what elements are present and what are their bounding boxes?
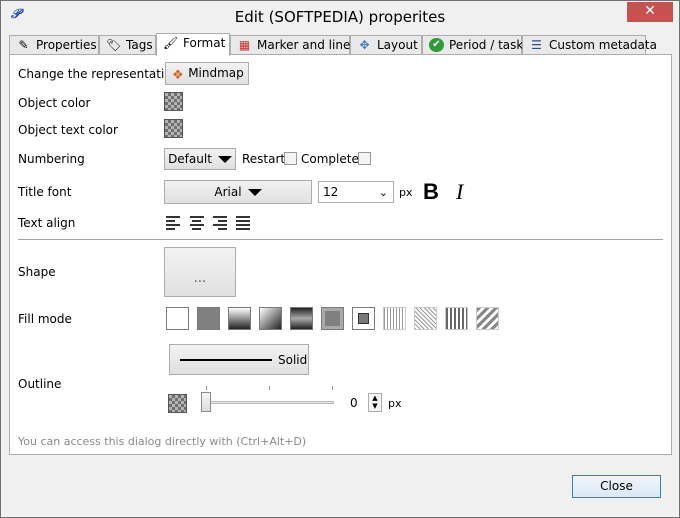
font-size-value: 12	[323, 185, 339, 199]
format-panel	[9, 54, 672, 455]
fill-none-option[interactable]	[166, 307, 189, 330]
complete-label: Complete	[301, 152, 359, 166]
title-bar: 𝒫 Edit (SOFTPEDIA) properites ✕	[1, 1, 679, 31]
mindmap-button-label: Mindmap	[188, 66, 244, 80]
check-circle-icon: ✔	[429, 38, 444, 52]
fill-bevel-option[interactable]	[321, 307, 344, 330]
tab-format[interactable]: 🖌 Format	[156, 33, 230, 56]
calendar-icon: ▦	[238, 38, 251, 52]
chevron-down-icon	[247, 189, 262, 196]
window-title: Edit (SOFTPEDIA) properites	[234, 8, 446, 26]
tab-label: Format	[183, 36, 226, 50]
fill-inset-option[interactable]	[352, 307, 375, 330]
tab-properties[interactable]: ✎ Properties	[9, 35, 99, 55]
tab-label: Tags	[126, 38, 153, 52]
object-text-color-swatch[interactable]	[164, 119, 183, 138]
outline-width-slider-handle[interactable]	[201, 392, 211, 412]
tab-layout[interactable]: ✥ Layout	[350, 35, 422, 55]
fill-solid-option[interactable]	[197, 307, 220, 330]
font-dropdown[interactable]: Arial	[164, 180, 312, 204]
fill-gradient-center-option[interactable]	[290, 307, 313, 330]
section-divider	[18, 239, 663, 240]
restart-label: Restart	[242, 152, 286, 166]
tab-label: Marker and lines	[257, 38, 357, 52]
align-left-icon[interactable]	[166, 216, 180, 230]
align-center-icon[interactable]	[190, 216, 204, 230]
fill-stripes-diagonal-option[interactable]	[476, 307, 499, 330]
outline-color-swatch[interactable]	[168, 394, 187, 413]
outline-width-value: 0	[350, 396, 358, 410]
shape-label: Shape	[18, 265, 56, 279]
close-button[interactable]: Close	[572, 475, 661, 498]
slider-tick	[269, 386, 270, 390]
fill-hatch-vertical-option[interactable]	[383, 307, 406, 330]
mindmap-button[interactable]: ❖ Mindmap	[165, 62, 249, 85]
tab-marker-and-lines[interactable]: ▦ Marker and lines	[230, 35, 357, 55]
fill-mode-label: Fill mode	[18, 312, 72, 326]
fill-stripes-vertical-option[interactable]	[445, 307, 468, 330]
slider-tick	[206, 386, 207, 390]
align-right-icon[interactable]	[213, 216, 227, 230]
fill-gradient-vertical-option[interactable]	[228, 307, 251, 330]
shape-button[interactable]: ...	[164, 247, 236, 297]
complete-checkbox[interactable]	[358, 152, 371, 165]
dialog-window: 𝒫 Edit (SOFTPEDIA) properites ✕ ✎ Proper…	[0, 0, 680, 518]
restart-checkbox[interactable]	[284, 152, 297, 165]
outline-style-label: Solid	[278, 353, 308, 367]
pencil-icon: ✎	[18, 38, 29, 52]
slider-tick	[332, 386, 333, 390]
tab-custom-metadata[interactable]: ☰ Custom metadata	[522, 35, 657, 55]
fill-gradient-diagonal-option[interactable]	[259, 307, 282, 330]
tab-label: Layout	[377, 38, 418, 52]
object-color-label: Object color	[18, 96, 91, 110]
tab-tags[interactable]: 🏷 Tags	[99, 35, 156, 55]
object-color-swatch[interactable]	[164, 92, 183, 111]
align-justify-icon[interactable]	[236, 216, 250, 230]
brush-icon: 🖌	[163, 36, 179, 50]
bold-button[interactable]: B	[423, 179, 439, 205]
title-font-label: Title font	[18, 185, 72, 199]
fill-hatch-diagonal-option[interactable]	[414, 307, 437, 330]
representation-label: Change the representation	[18, 67, 180, 81]
outline-label: Outline	[18, 377, 62, 391]
outline-width-unit: px	[388, 397, 402, 410]
mindmap-icon: ❖	[172, 68, 184, 83]
chevron-down-icon	[217, 156, 232, 163]
text-align-label: Text align	[18, 216, 76, 230]
object-text-color-label: Object text color	[18, 123, 118, 137]
font-size-select[interactable]: 12 ⌄	[318, 181, 394, 203]
tab-period-task[interactable]: ✔ Period / task	[422, 35, 524, 55]
outline-style-button[interactable]: Solid	[169, 344, 309, 375]
outline-width-spinner[interactable]: ▲ ▼	[368, 393, 382, 412]
italic-button[interactable]: I	[456, 179, 463, 205]
font-size-unit: px	[399, 186, 413, 199]
chevron-down-icon: ⌄	[378, 186, 388, 199]
layout-icon: ✥	[359, 38, 370, 52]
numbering-label: Numbering	[18, 152, 85, 166]
numbering-value: Default	[168, 152, 212, 166]
shortcut-hint: You can access this dialog directly with…	[18, 435, 307, 448]
numbering-dropdown[interactable]: Default	[164, 148, 236, 170]
list-icon: ☰	[531, 38, 542, 52]
tag-icon: 🏷	[106, 38, 122, 52]
tab-label: Properties	[36, 38, 97, 52]
font-value: Arial	[214, 185, 242, 199]
tab-label: Custom metadata	[549, 38, 657, 52]
window-close-button[interactable]: ✕	[627, 2, 673, 22]
outline-width-slider-track[interactable]	[206, 401, 334, 404]
tab-label: Period / task	[449, 38, 524, 52]
solid-line-icon	[180, 359, 272, 361]
